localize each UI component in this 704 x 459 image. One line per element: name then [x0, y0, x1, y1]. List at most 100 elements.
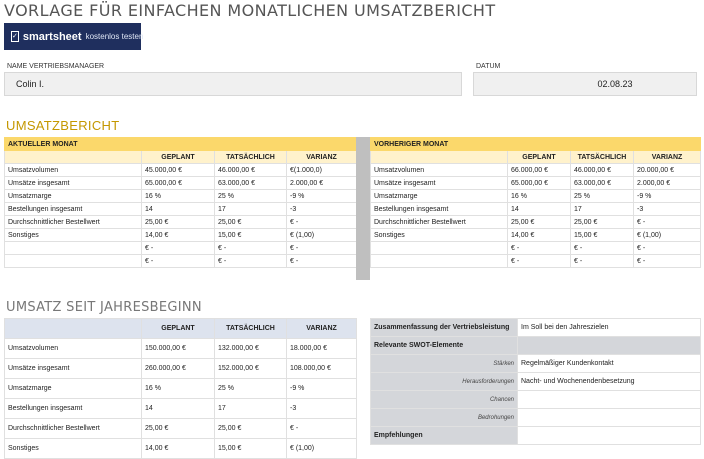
- table-cell[interactable]: € -: [141, 254, 215, 268]
- table-cell[interactable]: 63.000,00 €: [570, 176, 634, 190]
- table-cell[interactable]: € (1,00): [285, 228, 358, 242]
- table-cell[interactable]: 25,00 €: [214, 215, 287, 229]
- table-cell[interactable]: 46.000,00 €: [570, 163, 634, 177]
- table-cell[interactable]: 63.000,00 €: [214, 176, 287, 190]
- table-cell[interactable]: 65.000,00 €: [141, 176, 215, 190]
- table-cell[interactable]: 14: [141, 398, 215, 419]
- table-cell[interactable]: 18.000,00 €: [286, 338, 357, 359]
- table-cell[interactable]: -3: [285, 202, 358, 216]
- table-cell[interactable]: 14,00 €: [507, 228, 571, 242]
- table-cell[interactable]: 25,00 €: [570, 215, 634, 229]
- table-row: Durchschnittlicher Bestellwert 25,00 €25,…: [4, 215, 358, 229]
- table-cell[interactable]: 16 %: [507, 189, 571, 203]
- table-cell[interactable]: 16 %: [141, 378, 215, 399]
- table-cell[interactable]: 65.000,00 €: [507, 176, 571, 190]
- table-cell[interactable]: 17: [214, 398, 287, 419]
- table-cell[interactable]: € -: [285, 254, 358, 268]
- col-header-blank: [4, 150, 142, 164]
- table-cell[interactable]: € -: [632, 241, 702, 255]
- row-label: [370, 241, 508, 255]
- table-cell[interactable]: 25 %: [214, 378, 287, 399]
- manager-value: Colin I.: [16, 79, 45, 89]
- table-cell[interactable]: 45.000,00 €: [141, 163, 215, 177]
- table-cell[interactable]: 152.000,00 €: [214, 358, 287, 379]
- table-cell[interactable]: € -: [632, 215, 702, 229]
- table-cell[interactable]: € -: [286, 418, 357, 439]
- table-row: Umsatzvolumen 150.000,00 €132.000,00 €18.…: [4, 338, 357, 359]
- table-row: Umsatzmarge 16 % 25 % -9 %: [4, 189, 358, 203]
- col-header-planned: GEPLANT: [141, 150, 215, 164]
- previous-month-table: VORHERIGER MONAT GEPLANT TATSÄCHLICH VAR…: [369, 137, 702, 268]
- table-cell[interactable]: € -: [214, 241, 287, 255]
- table-cell[interactable]: € -: [570, 254, 634, 268]
- row-label: Umsatzmarge: [370, 189, 508, 203]
- table-cell[interactable]: 260.000,00 €: [141, 358, 215, 379]
- table-cell[interactable]: 2.000,00 €: [632, 176, 702, 190]
- table-cell[interactable]: € (1,00): [286, 438, 357, 459]
- col-header-variance: VARIANZ: [632, 150, 702, 164]
- table-row: Durchschnittlicher Bestellwert 25,00 €25,…: [4, 418, 357, 439]
- table-cell[interactable]: 25,00 €: [141, 215, 215, 229]
- table-cell[interactable]: 25 %: [214, 189, 287, 203]
- row-label: Durchschnittlicher Bestellwert: [370, 215, 508, 229]
- row-label: Bestellungen insgesamt: [4, 398, 142, 419]
- table-cell[interactable]: € -: [507, 241, 571, 255]
- table-cell[interactable]: 25,00 €: [507, 215, 571, 229]
- table-cell[interactable]: 15,00 €: [214, 228, 287, 242]
- table-cell[interactable]: -9 %: [286, 378, 357, 399]
- table-cell[interactable]: 46.000,00 €: [214, 163, 287, 177]
- table-cell[interactable]: € -: [141, 241, 215, 255]
- table-cell[interactable]: -9 %: [632, 189, 702, 203]
- table-cell[interactable]: 15,00 €: [570, 228, 634, 242]
- table-row: Sonstiges 14,00 €15,00 € € (1,00): [4, 438, 357, 459]
- table-cell[interactable]: 150.000,00 €: [141, 338, 215, 359]
- row-label: Umsätze insgesamt: [4, 358, 142, 379]
- table-cell[interactable]: 17: [570, 202, 634, 216]
- table-divider: [356, 137, 370, 280]
- row-label: Umsatzmarge: [4, 378, 142, 399]
- swot-challenges-value[interactable]: Nacht- und Wochenendenbesetzung: [517, 372, 701, 391]
- table-cell[interactable]: 132.000,00 €: [214, 338, 287, 359]
- table-row: Bestellungen insgesamt 14 17 -3: [370, 202, 702, 216]
- table-cell[interactable]: -3: [286, 398, 357, 419]
- table-cell[interactable]: 25,00 €: [141, 418, 215, 439]
- table-cell[interactable]: € -: [285, 215, 358, 229]
- table-cell[interactable]: 17: [214, 202, 287, 216]
- table-cell[interactable]: 16 %: [141, 189, 215, 203]
- swot-opportunities-value[interactable]: [517, 390, 701, 409]
- table-row: € - € - € -: [370, 241, 702, 255]
- table-cell[interactable]: € (1,00): [632, 228, 702, 242]
- table-cell[interactable]: € -: [285, 241, 358, 255]
- table-row: Durchschnittlicher Bestellwert 25,00 €25,…: [370, 215, 702, 229]
- table-cell[interactable]: 20.000,00 €: [632, 163, 702, 177]
- table-cell[interactable]: 25 %: [570, 189, 634, 203]
- table-cell[interactable]: 15,00 €: [214, 438, 287, 459]
- table-cell[interactable]: -9 %: [285, 189, 358, 203]
- table-cell[interactable]: € -: [214, 254, 287, 268]
- logo-brand: smartsheet: [22, 30, 82, 43]
- swot-threats-value[interactable]: [517, 408, 701, 427]
- table-cell[interactable]: -3: [632, 202, 702, 216]
- table-cell[interactable]: 14,00 €: [141, 228, 215, 242]
- table-cell[interactable]: € -: [570, 241, 634, 255]
- recommendations-value[interactable]: [517, 426, 701, 445]
- table-cell[interactable]: 14: [141, 202, 215, 216]
- table-cell[interactable]: €(1.000,0): [285, 163, 358, 177]
- table-cell[interactable]: € -: [632, 254, 702, 268]
- table-cell[interactable]: 14: [507, 202, 571, 216]
- performance-summary-value[interactable]: Im Soll bei den Jahreszielen: [517, 318, 701, 337]
- table-cell[interactable]: 2.000,00 €: [285, 176, 358, 190]
- summary-table: Zusammenfassung der Vertriebsleistung Im…: [370, 318, 701, 445]
- table-cell[interactable]: 25,00 €: [214, 418, 287, 439]
- table-row: Umsätze insgesamt 65.000,00 €63.000,00 €2…: [370, 176, 702, 190]
- table-cell[interactable]: 14,00 €: [141, 438, 215, 459]
- row-label: [4, 241, 142, 255]
- table-cell[interactable]: 108.000,00 €: [286, 358, 357, 379]
- table-cell[interactable]: 66.000,00 €: [507, 163, 571, 177]
- smartsheet-logo-button[interactable]: ✓ smartsheet kostenlos testen: [4, 23, 143, 50]
- table-cell[interactable]: € -: [507, 254, 571, 268]
- swot-strengths-value[interactable]: Regelmäßiger Kundenkontakt: [517, 354, 701, 373]
- row-label: Umsatzvolumen: [4, 338, 142, 359]
- manager-field[interactable]: Colin I.: [4, 72, 462, 96]
- date-field[interactable]: 02.08.23: [473, 72, 697, 96]
